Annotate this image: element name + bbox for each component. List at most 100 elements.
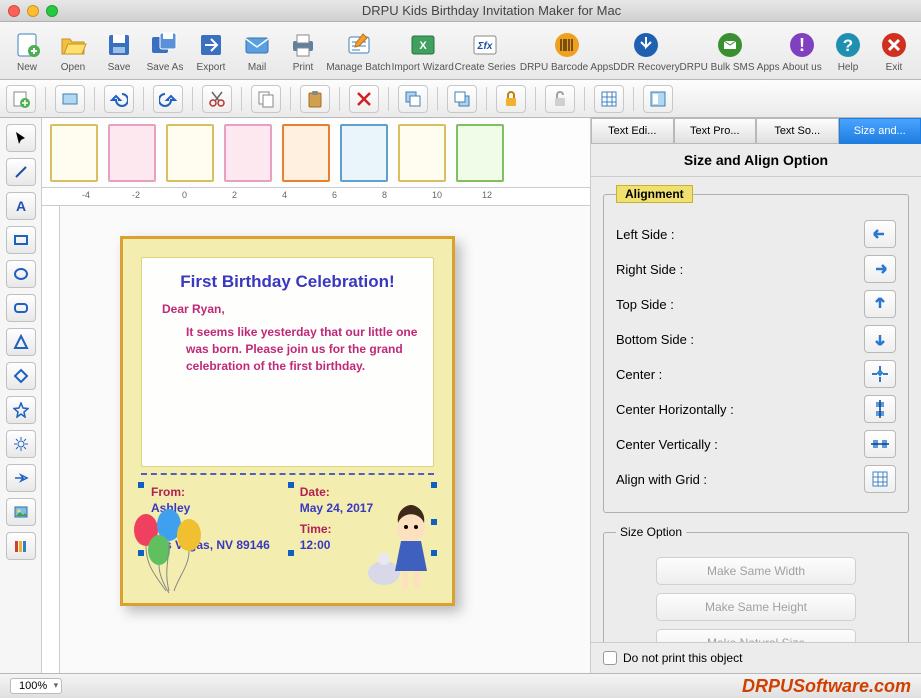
exit-button[interactable]: Exit [873, 25, 915, 77]
series-button[interactable]: ΣfxCreate Series [456, 25, 514, 77]
canvas[interactable]: First Birthday Celebration! Dear Ryan, I… [60, 206, 590, 673]
align-bottom-button[interactable] [864, 325, 896, 353]
template-thumb[interactable] [282, 124, 330, 182]
card-title[interactable]: First Birthday Celebration! [156, 272, 419, 292]
redo-button[interactable] [153, 85, 183, 113]
fit-button[interactable] [55, 85, 85, 113]
triangle-tool[interactable] [6, 328, 36, 356]
mail-button[interactable]: Mail [236, 25, 278, 77]
burst-tool[interactable] [6, 430, 36, 458]
library-tool[interactable] [6, 532, 36, 560]
no-print-label: Do not print this object [623, 651, 742, 665]
batch-label: Manage Batch [326, 62, 391, 73]
same-width-button[interactable]: Make Same Width [656, 557, 856, 585]
brand-label: DRPUSoftware.com [742, 676, 911, 697]
align-top-button[interactable] [864, 290, 896, 318]
open-label: Open [61, 62, 85, 73]
new-button[interactable]: New [6, 25, 48, 77]
lock-button[interactable] [496, 85, 526, 113]
card-greeting[interactable]: Dear Ryan, [162, 302, 419, 316]
exit-icon [878, 29, 910, 61]
paste-button[interactable] [300, 85, 330, 113]
template-thumb[interactable] [108, 124, 156, 182]
natural-size-button[interactable]: Make Natural Size [656, 629, 856, 642]
add-page-button[interactable] [6, 85, 36, 113]
template-thumb[interactable] [50, 124, 98, 182]
properties-button[interactable] [643, 85, 673, 113]
delete-button[interactable] [349, 85, 379, 113]
star-tool[interactable] [6, 396, 36, 424]
print-button[interactable]: Print [282, 25, 324, 77]
card-body[interactable]: It seems like yesterday that our little … [186, 324, 419, 374]
ddr-button[interactable]: DDR Recovery [615, 25, 678, 77]
grid-button[interactable] [594, 85, 624, 113]
template-thumb[interactable] [456, 124, 504, 182]
rect-tool[interactable] [6, 226, 36, 254]
svg-text:!: ! [799, 35, 805, 55]
align-center-v-button[interactable] [864, 430, 896, 458]
help-button[interactable]: ?Help [827, 25, 869, 77]
saveas-button[interactable]: Save As [144, 25, 186, 77]
undo-button[interactable] [104, 85, 134, 113]
arrow-tool[interactable] [6, 464, 36, 492]
send-back-button[interactable] [447, 85, 477, 113]
roundrect-tool[interactable] [6, 294, 36, 322]
diamond-tool[interactable] [6, 362, 36, 390]
tab-size-align[interactable]: Size and... [839, 118, 921, 144]
pointer-tool[interactable] [6, 124, 36, 152]
barcode-icon [551, 29, 583, 61]
cut-button[interactable] [202, 85, 232, 113]
image-tool[interactable] [6, 498, 36, 526]
save-button[interactable]: Save [98, 25, 140, 77]
zoom-window-button[interactable] [46, 5, 58, 17]
close-window-button[interactable] [8, 5, 20, 17]
ellipse-tool[interactable] [6, 260, 36, 288]
tab-text-source[interactable]: Text So... [756, 118, 839, 144]
align-center-button[interactable] [864, 360, 896, 388]
minimize-window-button[interactable] [27, 5, 39, 17]
align-left-button[interactable] [864, 220, 896, 248]
export-button[interactable]: Export [190, 25, 232, 77]
balloons-icon [131, 505, 211, 595]
series-label: Create Series [455, 62, 516, 73]
open-icon [57, 29, 89, 61]
template-strip [42, 118, 590, 188]
template-thumb[interactable] [340, 124, 388, 182]
window-title: DRPU Kids Birthday Invitation Maker for … [70, 3, 913, 18]
barcode-button[interactable]: DRPU Barcode Apps [522, 25, 611, 77]
export-icon [195, 29, 227, 61]
invitation-card[interactable]: First Birthday Celebration! Dear Ryan, I… [120, 236, 455, 606]
same-height-button[interactable]: Make Same Height [656, 593, 856, 621]
template-thumb[interactable] [166, 124, 214, 182]
canvas-scroll[interactable]: First Birthday Celebration! Dear Ryan, I… [42, 206, 590, 673]
size-group: Size Option Make Same Width Make Same He… [603, 525, 909, 642]
svg-text:X: X [419, 40, 427, 52]
batch-button[interactable]: Manage Batch [328, 25, 389, 77]
import-button[interactable]: XImport Wizard [393, 25, 452, 77]
align-center-h-button[interactable] [864, 395, 896, 423]
text-tool[interactable]: A [6, 192, 36, 220]
align-right-button[interactable] [864, 255, 896, 283]
line-tool[interactable] [6, 158, 36, 186]
sms-button[interactable]: DRPU Bulk SMS Apps [682, 25, 777, 77]
titlebar: DRPU Kids Birthday Invitation Maker for … [0, 0, 921, 22]
zoom-select[interactable]: 100% [10, 678, 62, 694]
unlock-button[interactable] [545, 85, 575, 113]
template-thumb[interactable] [398, 124, 446, 182]
template-thumb[interactable] [224, 124, 272, 182]
no-print-checkbox[interactable] [603, 651, 617, 665]
no-print-row[interactable]: Do not print this object [591, 642, 921, 673]
about-icon: ! [786, 29, 818, 61]
copy-button[interactable] [251, 85, 281, 113]
help-label: Help [838, 62, 859, 73]
about-button[interactable]: !About us [781, 25, 823, 77]
tab-text-prop[interactable]: Text Pro... [674, 118, 757, 144]
open-button[interactable]: Open [52, 25, 94, 77]
bring-front-button[interactable] [398, 85, 428, 113]
girl-icon [366, 503, 436, 593]
tab-text-edit[interactable]: Text Edi... [591, 118, 674, 144]
ruler-horizontal: -4 -2 0 2 4 6 8 10 12 [42, 188, 590, 206]
align-grid-button[interactable] [864, 465, 896, 493]
exit-label: Exit [886, 62, 903, 73]
barcode-label: DRPU Barcode Apps [520, 62, 613, 73]
